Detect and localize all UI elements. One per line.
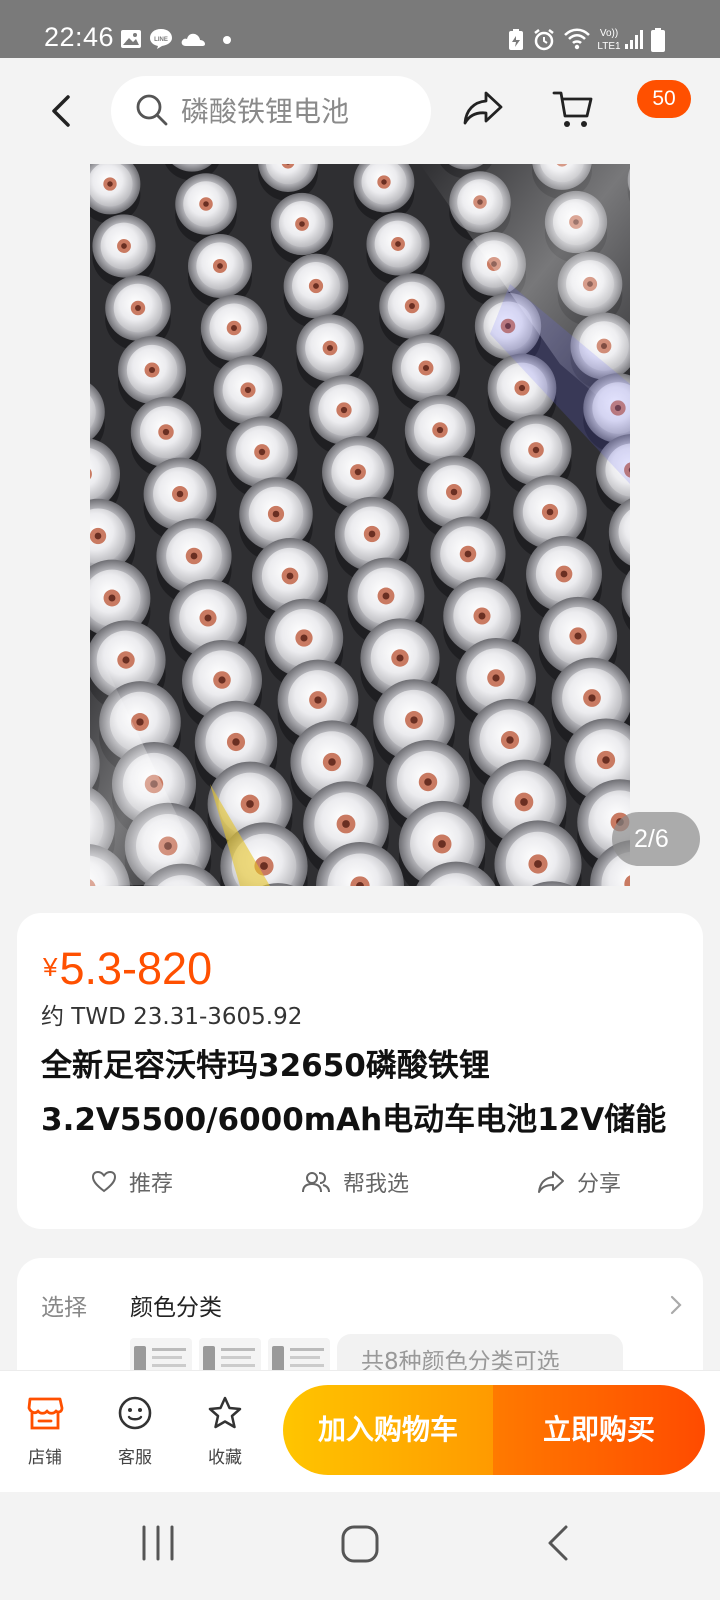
recommend-label: 推荐 [129, 1172, 174, 1197]
search-bar[interactable] [111, 76, 431, 146]
svg-text:LINE: LINE [154, 37, 168, 43]
share-button[interactable] [462, 90, 504, 130]
status-time: 22:46 [44, 22, 115, 52]
image-page-indicator: 2/6 [612, 812, 700, 866]
product-title: 全新足容沃特玛32650磷酸铁锂 3.2V5500/6000mAh电动车电池12… [41, 1039, 701, 1147]
search-input[interactable] [181, 88, 411, 134]
product-title-line-1: 全新足容沃特玛32650磷酸铁锂 [41, 1048, 490, 1084]
signal-icon [625, 30, 643, 49]
shop-label: 店铺 [28, 1448, 62, 1468]
header-bar: 50 [0, 58, 720, 164]
dot-icon [223, 36, 231, 44]
approx-price: 约 TWD 23.31-3605.92 [41, 1004, 303, 1030]
shop-icon [27, 1397, 64, 1430]
customer-service-button[interactable]: 客服 [100, 1389, 170, 1468]
group-icon [302, 1172, 330, 1193]
product-actions: 推荐 帮我选 分享 [17, 1159, 703, 1205]
product-info-card: ¥5.3-820 约 TWD 23.31-3605.92 全新足容沃特玛3265… [17, 913, 703, 1229]
cloud-icon [181, 33, 205, 46]
recent-apps-button[interactable] [140, 1524, 176, 1562]
system-navigation-bar [0, 1492, 720, 1600]
notification-badge[interactable]: 50 [637, 80, 691, 118]
system-back-button[interactable] [546, 1524, 570, 1562]
home-button[interactable] [340, 1524, 380, 1564]
recommend-button[interactable]: 推荐 [91, 1159, 173, 1205]
search-icon [136, 94, 168, 126]
gallery-icon [121, 30, 141, 48]
purchase-buttons: 加入购物车 立即购买 [283, 1385, 705, 1475]
status-bar: 22:46 LINE Vo)) LTE1 [0, 0, 720, 58]
product-image-gallery[interactable] [90, 164, 630, 886]
product-photo [90, 164, 630, 886]
help-me-choose-button[interactable]: 帮我选 [301, 1159, 409, 1205]
chevron-right-icon [670, 1295, 682, 1315]
cart-icon [552, 91, 593, 127]
currency-symbol: ¥ [43, 952, 58, 982]
battery-saver-icon [509, 29, 523, 50]
price-value: 5.3-820 [59, 943, 213, 994]
back-button[interactable] [40, 84, 80, 138]
share-action-button[interactable]: 分享 [537, 1159, 621, 1205]
battery-icon [651, 28, 665, 52]
share-icon [538, 1171, 564, 1193]
chevron-left-icon [52, 95, 70, 127]
share-arrow-icon [463, 91, 503, 125]
favorite-button[interactable]: 收藏 [190, 1389, 260, 1468]
add-to-cart-button[interactable]: 加入购物车 [283, 1385, 493, 1475]
help-me-choose-label: 帮我选 [343, 1172, 410, 1197]
alarm-icon [534, 29, 554, 51]
svg-text:LTE1: LTE1 [597, 41, 621, 52]
bottom-action-bar: 店铺 客服 收藏 加入购物车 立即购买 [0, 1370, 720, 1492]
product-title-line-2: 3.2V5500/6000mAh电动车电池12V储能 [41, 1102, 667, 1138]
svg-text:Vo)): Vo)) [600, 28, 618, 39]
wifi-icon [564, 28, 590, 50]
customer-service-label: 客服 [118, 1448, 152, 1468]
buy-now-button[interactable]: 立即购买 [493, 1385, 705, 1475]
cart-button[interactable] [552, 88, 594, 134]
line-icon: LINE [150, 29, 172, 49]
select-label: 选择 [41, 1295, 87, 1321]
shop-button[interactable]: 店铺 [10, 1389, 80, 1468]
customer-service-icon [118, 1396, 152, 1430]
volte-icon: Vo)) LTE1 [597, 28, 621, 52]
heart-icon [91, 1170, 117, 1193]
share-label: 分享 [577, 1172, 622, 1197]
favorite-label: 收藏 [208, 1448, 242, 1468]
star-icon [208, 1396, 242, 1429]
price: ¥5.3-820 [43, 943, 212, 995]
color-category-title: 颜色分类 [130, 1295, 222, 1321]
